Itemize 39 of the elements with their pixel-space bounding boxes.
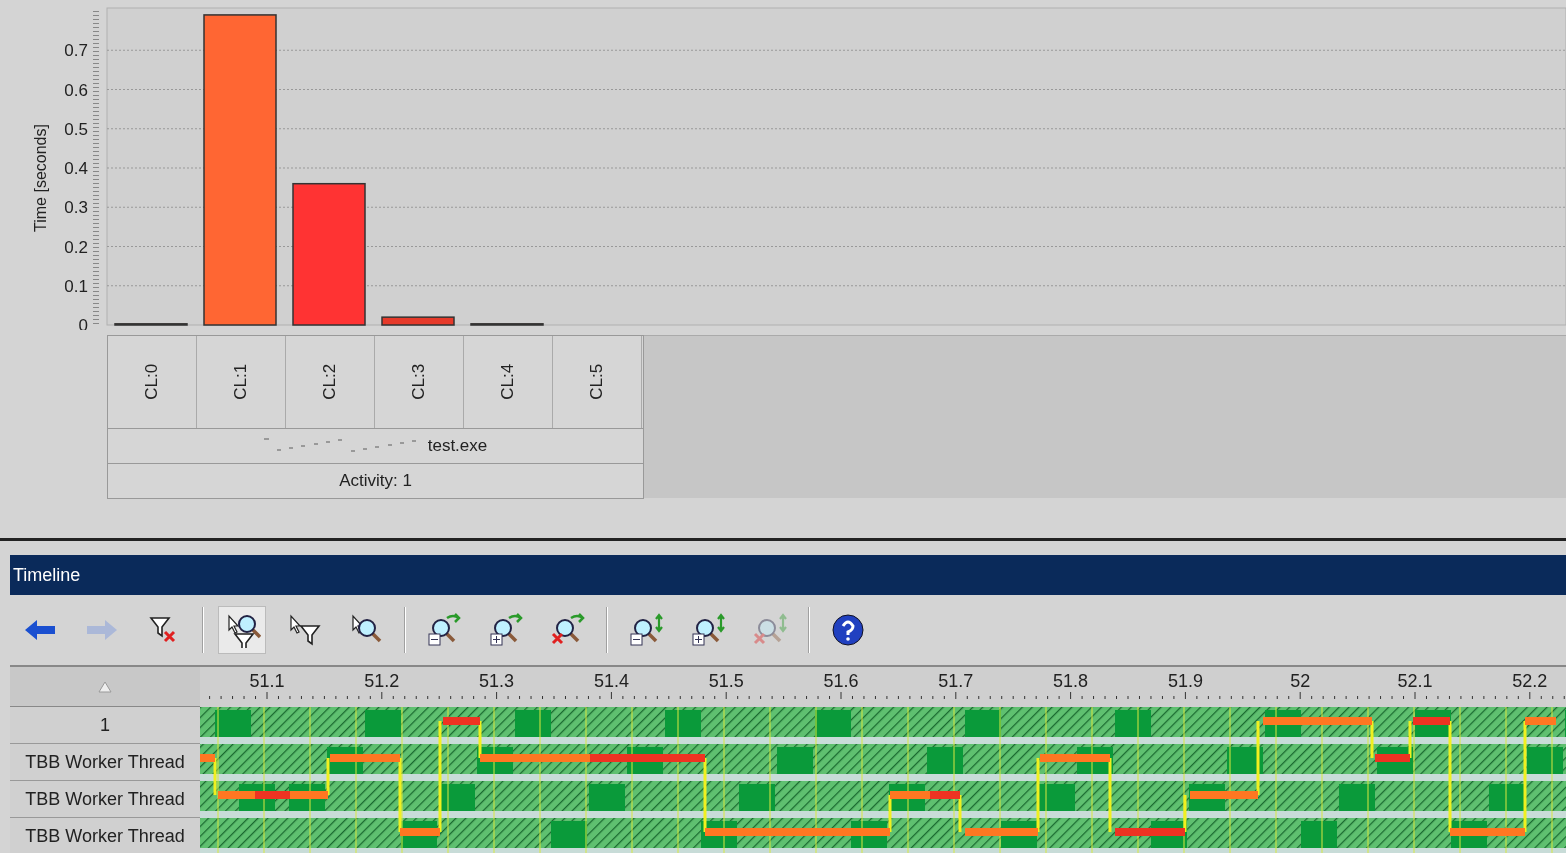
row-header: TBB Worker Thread — [10, 781, 200, 818]
magnifier-minus-icon — [425, 612, 463, 648]
tick-label: 52 — [1290, 671, 1311, 691]
y-tick-label: 0.5 — [64, 119, 88, 139]
y-tick-label: 0.3 — [64, 198, 88, 218]
row-header: 1 — [10, 707, 200, 744]
panel-title: Timeline — [13, 563, 81, 587]
tick-label: 51.5 — [708, 671, 744, 691]
category-label: CL:0 — [141, 364, 163, 400]
help-icon — [829, 612, 867, 648]
process-label: test.exe — [427, 435, 488, 458]
tick-label: 52.2 — [1512, 671, 1548, 691]
category-label: CL:4 — [497, 364, 519, 400]
magnifier-plus-icon — [487, 612, 525, 648]
row-header: TBB Worker Thread — [10, 818, 200, 853]
tick-label: 51.4 — [593, 671, 629, 691]
magnifier-plus-icon — [689, 612, 727, 648]
category-label: CL:2 — [319, 364, 341, 400]
tick-label: 51.3 — [479, 671, 515, 691]
row-header: TBB Worker Thread — [10, 744, 200, 781]
tick-label: 51.7 — [938, 671, 974, 691]
y-tick-label: 0.7 — [64, 41, 88, 61]
y-tick-label: 0.2 — [64, 237, 88, 257]
y-tick-label: 0.4 — [64, 159, 88, 178]
activity-label: Activity: 1 — [339, 470, 412, 493]
y-axis-title: Time [seconds] — [32, 124, 49, 232]
category-label: CL:1 — [230, 364, 252, 400]
toolbar-button[interactable] — [218, 606, 266, 654]
y-tick-label: 0.6 — [64, 80, 88, 100]
tick-label: 51.8 — [1053, 671, 1089, 691]
tick-label: 51.9 — [1167, 671, 1203, 691]
tick-label: 52.1 — [1397, 671, 1433, 691]
category-label: CL:5 — [586, 364, 608, 400]
magnifier-minus-icon — [627, 612, 665, 648]
tick-label: 51.2 — [364, 671, 400, 691]
y-tick-label: 0.1 — [64, 276, 88, 296]
tick-label: 51.1 — [249, 671, 285, 691]
category-label: CL:3 — [408, 364, 430, 400]
tick-label: 51.6 — [823, 671, 859, 691]
